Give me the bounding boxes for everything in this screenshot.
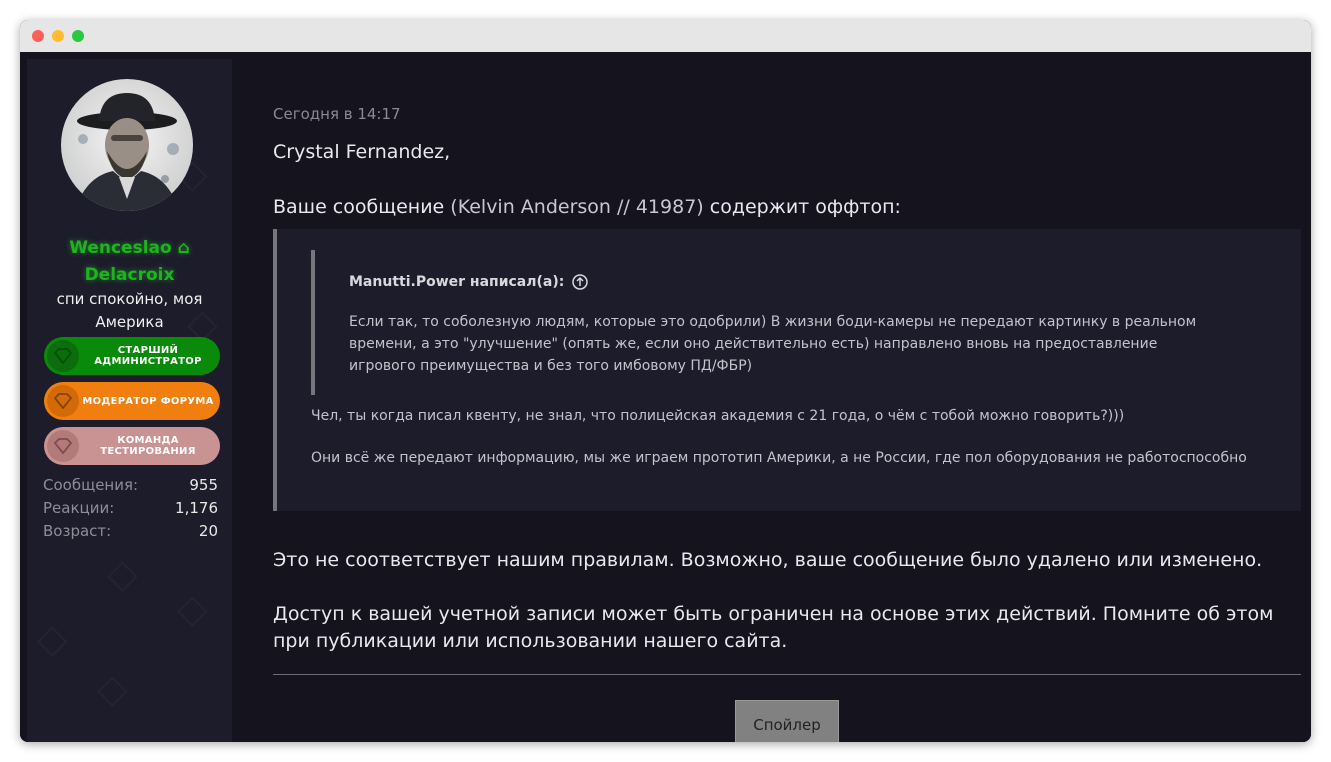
badge-senior-admin: СТАРШИЙ АДМИНИСТРАТОР: [44, 337, 220, 375]
badge-label: МОДЕРАТОР ФОРУМА: [82, 395, 214, 407]
post-date[interactable]: Сегодня в 14:17: [273, 105, 401, 123]
stat-label: Возраст:: [43, 522, 112, 540]
title-bar: [20, 20, 1311, 52]
browser-window: ◇ ◇ ◇ ◇ ◇ ◇ Wenceslao ⌂ Delacroix спи сп…: [20, 20, 1311, 742]
home-icon: ⌂: [177, 238, 190, 258]
stat-value: 20: [198, 522, 218, 540]
stat-value[interactable]: 1,176: [175, 497, 218, 520]
reply-line: Чел, ты когда писал квенту, не знал, что…: [311, 408, 1125, 424]
stat-label: Сообщения:: [43, 476, 139, 494]
page-content: ◇ ◇ ◇ ◇ ◇ ◇ Wenceslao ⌂ Delacroix спи сп…: [20, 52, 1311, 742]
quote-author[interactable]: Manutti.Power написал(а):: [349, 274, 589, 290]
quoted-message: Manutti.Power написал(а): Если так, то с…: [273, 229, 1301, 511]
avatar[interactable]: [61, 79, 193, 211]
post-intro: Ваше сообщение (Kelvin Anderson // 41987…: [273, 196, 901, 218]
post-body: Сегодня в 14:17 Crystal Fernandez, Ваше …: [252, 52, 1311, 742]
stat-age: Возраст: 20: [43, 520, 218, 543]
user-stats: Сообщения: 955 Реакции: 1,176 Возраст: 2…: [43, 474, 218, 543]
diamond-icon: [47, 385, 79, 417]
stat-value[interactable]: 955: [189, 474, 218, 497]
reply-line: Они всё же передают информацию, мы же иг…: [311, 450, 1247, 466]
badge-label: КОМАНДА ТЕСТИРОВАНИЯ: [100, 435, 196, 457]
badge-label: СТАРШИЙ АДМИНИСТРАТОР: [94, 345, 202, 367]
rules-notice: Это не соответствует нашим правилам. Воз…: [273, 549, 1263, 571]
username-first: Wenceslao: [69, 238, 172, 258]
maximize-window-button[interactable]: [72, 30, 84, 42]
stat-messages: Сообщения: 955: [43, 474, 218, 497]
avatar-portrait-icon: [75, 93, 179, 211]
stat-reactions: Реакции: 1,176: [43, 497, 218, 520]
quote-author-label: Manutti.Power написал(а):: [349, 274, 565, 290]
access-warning: Доступ к вашей учетной записи может быть…: [273, 603, 1274, 652]
diamond-icon: [47, 430, 79, 462]
close-window-button[interactable]: [32, 30, 44, 42]
post-greeting: Crystal Fernandez,: [273, 141, 451, 163]
intro-text: Ваше сообщение: [273, 196, 451, 218]
user-sidebar: ◇ ◇ ◇ ◇ ◇ ◇ Wenceslao ⌂ Delacroix спи сп…: [27, 59, 232, 742]
minimize-window-button[interactable]: [52, 30, 64, 42]
diamond-icon: [47, 340, 79, 372]
background-gem-icon: ◇: [37, 616, 68, 662]
nested-quote: Manutti.Power написал(а): Если так, то с…: [311, 250, 1211, 395]
arrow-up-circle-icon[interactable]: [572, 274, 589, 290]
background-gem-icon: ◇: [97, 666, 128, 712]
spoiler-button[interactable]: Спойлер: [735, 700, 839, 742]
intro-reference: (Kelvin Anderson // 41987): [450, 196, 704, 218]
username-last: Delacroix: [84, 265, 175, 285]
user-title: спи спокойно, моя Америка: [56, 290, 203, 331]
badge-forum-moderator: МОДЕРАТОР ФОРУМА: [44, 382, 220, 420]
background-gem-icon: ◇: [177, 586, 208, 632]
intro-text-end: содержит оффтоп:: [703, 196, 901, 218]
quote-text: Если так, то соболезную людям, которые э…: [349, 314, 1197, 374]
divider: [273, 674, 1301, 675]
background-gem-icon: ◇: [107, 551, 138, 597]
username[interactable]: Wenceslao ⌂ Delacroix: [27, 235, 232, 289]
stat-label: Реакции:: [43, 499, 115, 517]
badge-testing-team: КОМАНДА ТЕСТИРОВАНИЯ: [44, 427, 220, 465]
